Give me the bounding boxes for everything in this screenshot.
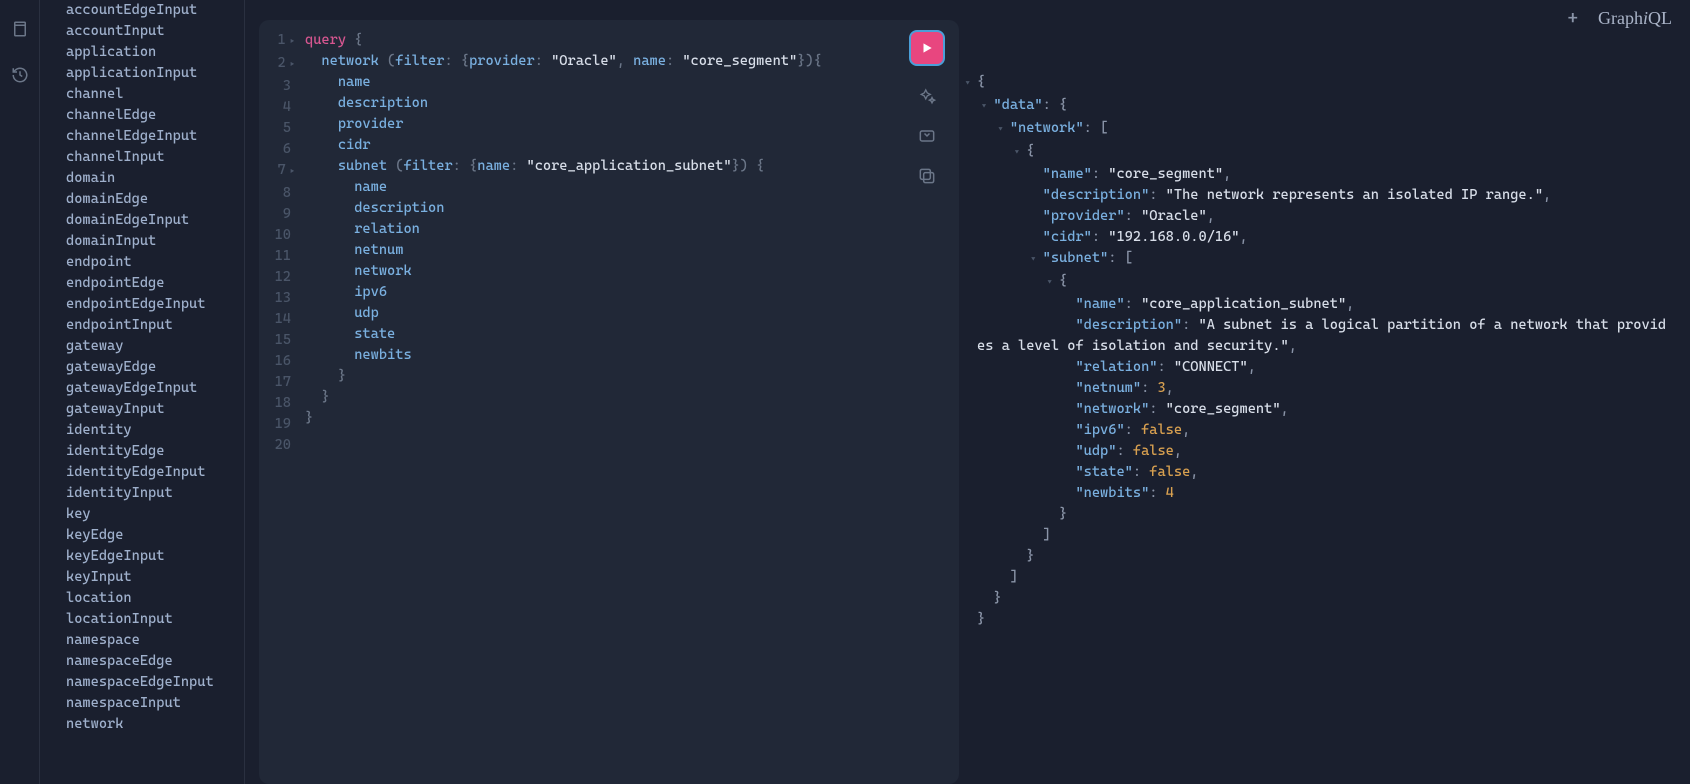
sidebar-item[interactable]: identityEdgeInput	[66, 462, 244, 483]
sidebar-item[interactable]: domain	[66, 168, 244, 189]
merge-icon[interactable]	[917, 126, 937, 146]
sidebar-item[interactable]: endpointEdge	[66, 273, 244, 294]
line-gutter: 1234567891011121314151617181920	[259, 20, 299, 784]
sidebar-item[interactable]: domainEdge	[66, 189, 244, 210]
sidebar-item[interactable]: gatewayEdgeInput	[66, 378, 244, 399]
sidebar-item[interactable]: application	[66, 42, 244, 63]
sidebar-item[interactable]: keyInput	[66, 567, 244, 588]
sidebar-item[interactable]: domainEdgeInput	[66, 210, 244, 231]
sidebar-item[interactable]: channelInput	[66, 147, 244, 168]
sidebar-item[interactable]: gatewayEdge	[66, 357, 244, 378]
response-viewer[interactable]: ▾{ ▾"data": { ▾"network": [ ▾{ "name": "…	[959, 20, 1690, 784]
sidebar-item[interactable]: keyEdgeInput	[66, 546, 244, 567]
sidebar-item[interactable]: accountInput	[66, 21, 244, 42]
sidebar-item[interactable]: applicationInput	[66, 63, 244, 84]
sidebar-item[interactable]: gateway	[66, 336, 244, 357]
editor-toolbar	[909, 30, 945, 186]
copy-icon[interactable]	[917, 166, 937, 186]
sidebar-item[interactable]: location	[66, 588, 244, 609]
main-area: + GraphiQL 12345678910111213141516171819…	[245, 0, 1690, 784]
sidebar-item[interactable]: endpoint	[66, 252, 244, 273]
sidebar-item[interactable]: namespaceEdge	[66, 651, 244, 672]
query-editor[interactable]: 1234567891011121314151617181920 query { …	[259, 20, 959, 784]
sidebar-item[interactable]: endpointEdgeInput	[66, 294, 244, 315]
sidebar-item[interactable]: identityEdge	[66, 441, 244, 462]
sidebar-item[interactable]: endpointInput	[66, 315, 244, 336]
code-area[interactable]: query { network (filter: {provider: "Ora…	[299, 20, 959, 784]
sidebar-item[interactable]: namespaceEdgeInput	[66, 672, 244, 693]
sidebar-item[interactable]: namespace	[66, 630, 244, 651]
sidebar-item[interactable]: keyEdge	[66, 525, 244, 546]
sidebar-item[interactable]: key	[66, 504, 244, 525]
sidebar-item[interactable]: gatewayInput	[66, 399, 244, 420]
left-rail	[0, 0, 40, 784]
sidebar-item[interactable]: identityInput	[66, 483, 244, 504]
sidebar-item[interactable]: namespaceInput	[66, 693, 244, 714]
sidebar-item[interactable]: channelEdge	[66, 105, 244, 126]
execute-button[interactable]	[909, 30, 945, 66]
sidebar-item[interactable]: network	[66, 714, 244, 735]
schema-sidebar: accountEdgeInputaccountInputapplicationa…	[40, 0, 245, 784]
sidebar-item[interactable]: locationInput	[66, 609, 244, 630]
sidebar-item[interactable]: channel	[66, 84, 244, 105]
prettify-icon[interactable]	[917, 86, 937, 106]
docs-icon[interactable]	[11, 20, 29, 38]
history-icon[interactable]	[11, 66, 29, 84]
sidebar-item[interactable]: accountEdgeInput	[66, 0, 244, 21]
sidebar-item[interactable]: channelEdgeInput	[66, 126, 244, 147]
sidebar-item[interactable]: domainInput	[66, 231, 244, 252]
sidebar-item[interactable]: identity	[66, 420, 244, 441]
